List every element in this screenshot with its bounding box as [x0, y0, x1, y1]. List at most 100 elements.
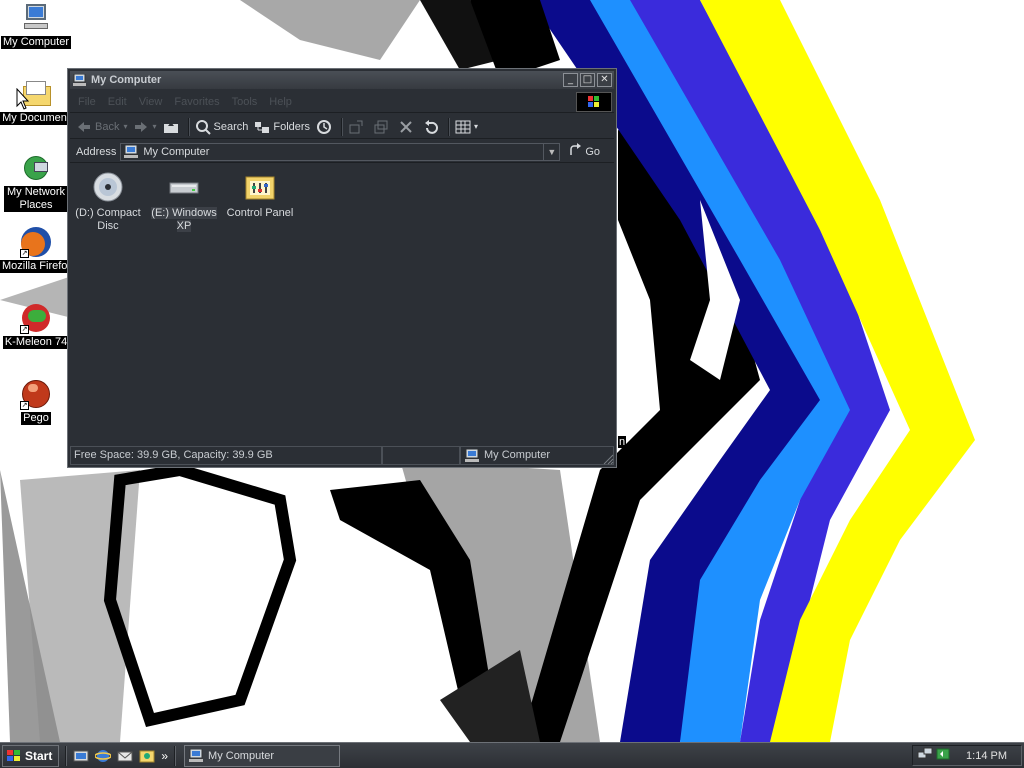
taskbar-button-label: My Computer: [208, 749, 275, 762]
status-location: My Computer: [484, 449, 551, 461]
mouse-cursor: [16, 88, 30, 110]
desktop-icon-label: Pego: [21, 412, 51, 425]
quicklaunch-media-icon[interactable]: [139, 748, 155, 764]
volume-tray-icon[interactable]: [935, 746, 951, 765]
item-label: Control Panel: [226, 207, 294, 219]
drive-item-compact-disc[interactable]: (D:) Compact Disc: [72, 171, 144, 233]
desktop-icon-network-places[interactable]: My Network Places: [0, 152, 72, 215]
address-dropdown-icon[interactable]: ▼: [543, 143, 559, 160]
up-folder-button[interactable]: [163, 119, 182, 135]
drive-item-windows-xp[interactable]: (E:) Windows XP: [148, 171, 220, 233]
status-location-pane: My Computer: [460, 446, 614, 465]
forward-arrow-icon: [133, 119, 149, 135]
address-input[interactable]: My Computer ▼: [120, 142, 561, 161]
forward-button[interactable]: ▾: [133, 119, 157, 135]
windows-logo-icon: [576, 92, 612, 112]
menu-file[interactable]: File: [78, 96, 96, 108]
history-icon: [316, 119, 332, 135]
maximize-button[interactable]: □: [580, 73, 595, 87]
item-label: (E:) Windows XP: [151, 207, 217, 232]
taskbar: Start » My Computer 1:14 PM: [0, 742, 1024, 768]
start-label: Start: [25, 748, 53, 763]
status-free-space: Free Space: 39.9 GB, Capacity: 39.9 GB: [70, 446, 382, 465]
quicklaunch-internet-explorer-icon[interactable]: [94, 748, 113, 764]
minimize-button[interactable]: _: [563, 73, 578, 87]
menu-favorites[interactable]: Favorites: [174, 96, 219, 108]
resize-grip-icon[interactable]: [602, 453, 614, 465]
quicklaunch-show-desktop-icon[interactable]: [73, 748, 89, 764]
folders-button-label: Folders: [273, 120, 311, 133]
quicklaunch-chevron[interactable]: »: [161, 749, 168, 763]
folders-button[interactable]: Folders: [254, 119, 310, 135]
window-title: My Computer: [91, 74, 162, 86]
folders-icon: [254, 119, 270, 135]
undo-icon: [423, 119, 439, 135]
back-button-label: Back: [95, 120, 120, 133]
search-button-label: Search: [213, 120, 249, 133]
chevron-down-icon: ▾: [152, 122, 157, 131]
start-button[interactable]: Start: [2, 744, 60, 767]
desktop-icon-my-computer[interactable]: My Computer: [0, 2, 72, 52]
desktop-icon-my-documents[interactable]: My Document: [0, 78, 72, 128]
desktop-icon-label: Mozilla Firefo:: [0, 260, 72, 273]
firefox-icon: ↗: [20, 226, 52, 258]
desktop-icon-pego[interactable]: ↗ Pego: [0, 378, 72, 428]
menu-edit[interactable]: Edit: [108, 96, 127, 108]
toolbar-separator: [187, 117, 190, 136]
desktop-icon-k-meleon[interactable]: ↗ K-Meleon 74: [0, 302, 72, 352]
quicklaunch-outlook-express-icon[interactable]: [117, 748, 133, 764]
search-icon: [195, 119, 211, 135]
toolbar-separator: [341, 117, 344, 136]
desktop-icon-label: My Document: [0, 112, 72, 125]
address-label: Address: [76, 145, 117, 158]
status-empty-pane: [382, 446, 460, 465]
taskbar-button-my-computer[interactable]: My Computer: [184, 744, 341, 767]
search-button[interactable]: Search: [195, 119, 249, 135]
window-title-bar[interactable]: My Computer _ □ ✕: [70, 71, 614, 89]
menu-help[interactable]: Help: [269, 96, 292, 108]
item-label: (D:) Compact Disc: [75, 207, 141, 232]
compact-disc-icon: [92, 171, 124, 203]
desktop-icon-label: K-Meleon 74: [2, 336, 70, 349]
my-computer-icon: [20, 2, 52, 34]
move-to-button[interactable]: [348, 119, 367, 135]
pego-icon: ↗: [20, 378, 52, 410]
menu-tools[interactable]: Tools: [232, 96, 258, 108]
taskbar-separator: [65, 745, 68, 766]
desktop-icon-firefox[interactable]: ↗ Mozilla Firefo:: [0, 226, 72, 276]
file-view[interactable]: (D:) Compact Disc (E:) Windows XP Contro…: [70, 165, 614, 445]
network-tray-icon[interactable]: [917, 746, 933, 765]
system-tray: 1:14 PM: [912, 745, 1022, 766]
views-grid-icon: [455, 119, 471, 135]
undo-button[interactable]: [423, 119, 442, 135]
my-computer-icon: [124, 144, 139, 158]
clock[interactable]: 1:14 PM: [966, 750, 1007, 762]
k-meleon-icon: ↗: [20, 302, 52, 334]
chevron-down-icon: ▾: [123, 122, 128, 131]
windows-flag-icon: [7, 749, 20, 761]
copy-to-button[interactable]: [373, 119, 392, 135]
back-arrow-icon: [76, 119, 92, 135]
status-bar: Free Space: 39.9 GB, Capacity: 39.9 GB M…: [70, 446, 614, 465]
delete-button[interactable]: [398, 119, 417, 135]
hard-drive-icon: [168, 171, 200, 203]
menu-view[interactable]: View: [139, 96, 163, 108]
my-computer-icon: [73, 74, 86, 86]
close-button[interactable]: ✕: [597, 73, 612, 87]
go-arrow-icon: [568, 143, 582, 160]
back-button[interactable]: Back ▾: [76, 119, 127, 135]
my-computer-icon: [189, 748, 204, 762]
network-places-icon: [20, 152, 52, 184]
go-button[interactable]: Go: [568, 143, 600, 160]
views-button[interactable]: ▾: [455, 119, 478, 135]
address-bar: Address My Computer ▼ Go: [70, 141, 614, 163]
partial-desktop-text: n: [618, 436, 627, 448]
history-button[interactable]: [316, 119, 335, 135]
my-computer-window[interactable]: My Computer _ □ ✕ File Edit View Favorit…: [67, 68, 617, 468]
taskbar-separator: [174, 745, 177, 766]
go-button-label: Go: [585, 145, 601, 158]
standard-toolbar: Back ▾ ▾ Search Folders ▾: [70, 115, 614, 139]
control-panel-item[interactable]: Control Panel: [224, 171, 296, 220]
chevron-down-icon: ▾: [474, 122, 479, 131]
move-to-icon: [348, 119, 364, 135]
